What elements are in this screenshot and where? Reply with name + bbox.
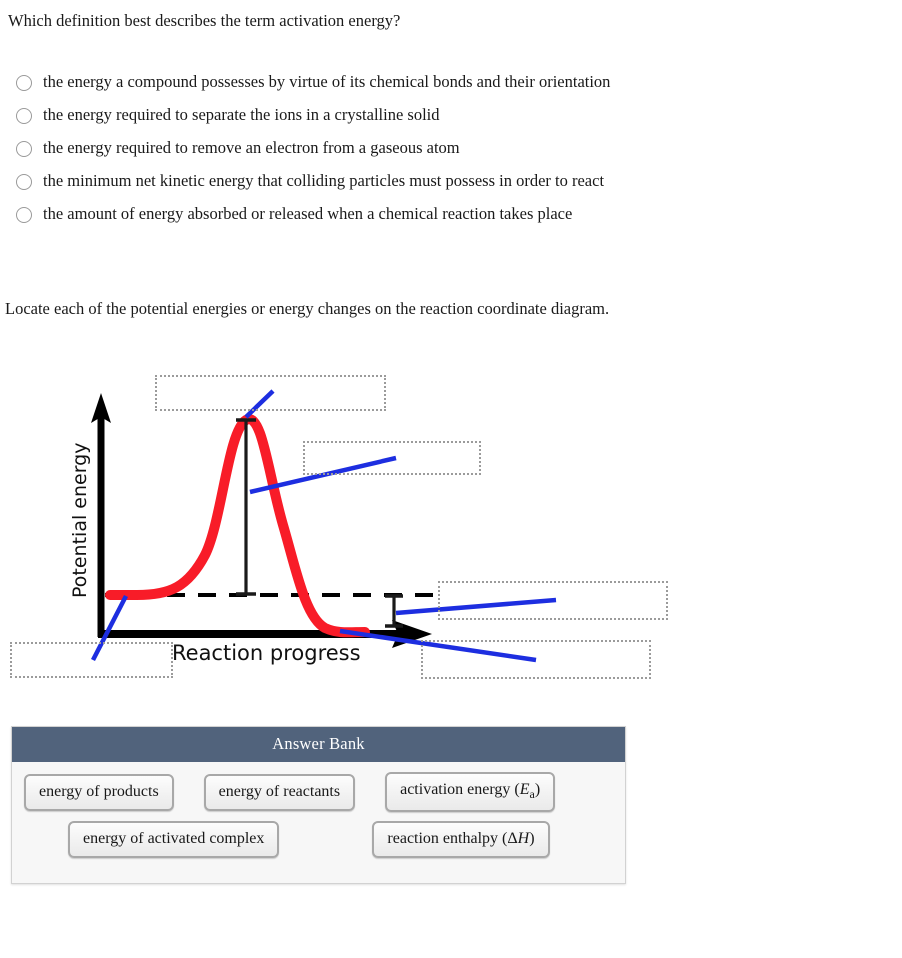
- drop-zone-activated-complex[interactable]: [155, 375, 386, 411]
- choice-label-1: the energy a compound possesses by virtu…: [43, 72, 611, 92]
- y-axis-label: Potential energy: [69, 443, 91, 598]
- answer-bank-body: energy of products energy of reactants a…: [12, 762, 625, 883]
- radio-button-3[interactable]: [16, 140, 32, 157]
- activation-energy-suffix: ): [534, 781, 541, 798]
- choice-label-3: the energy required to remove an electro…: [43, 138, 460, 158]
- activation-energy-symbol: E: [519, 781, 530, 798]
- reaction-enthalpy-text: reaction enthalpy (Δ: [387, 830, 518, 848]
- answer-choice-list: the energy a compound possesses by virtu…: [8, 66, 868, 231]
- y-axis: [91, 393, 111, 637]
- drop-zone-energy-of-products[interactable]: [421, 640, 651, 679]
- diagram-instruction: Locate each of the potential energies or…: [5, 299, 610, 318]
- answer-tile-energy-of-activated-complex[interactable]: energy of activated complex: [68, 821, 280, 859]
- reaction-enthalpy-suffix: ): [529, 830, 535, 848]
- answer-bank-title: Answer Bank: [12, 727, 625, 762]
- choice-label-4: the minimum net kinetic energy that coll…: [43, 171, 605, 191]
- choice-option-2[interactable]: the energy required to separate the ions…: [8, 99, 868, 132]
- activation-energy-measure: [236, 418, 256, 596]
- answer-tile-energy-of-reactants[interactable]: energy of reactants: [203, 773, 356, 811]
- page-title: Which definition best describes the term…: [8, 11, 401, 30]
- answer-tile-reaction-enthalpy[interactable]: reaction enthalpy (ΔH): [372, 821, 550, 859]
- answer-bank-row-2: energy of activated complex reaction ent…: [24, 821, 613, 859]
- radio-button-4[interactable]: [16, 173, 32, 190]
- choice-label-5: the amount of energy absorbed or release…: [43, 204, 573, 224]
- choice-option-4[interactable]: the minimum net kinetic energy that coll…: [8, 165, 868, 198]
- radio-button-2[interactable]: [16, 107, 32, 124]
- drop-zone-energy-of-reactants[interactable]: [10, 642, 173, 678]
- radio-button-1[interactable]: [16, 74, 32, 91]
- radio-button-5[interactable]: [16, 206, 32, 223]
- reaction-enthalpy-symbol: H: [517, 830, 530, 848]
- x-axis-label: Reaction progress: [172, 641, 361, 665]
- choice-label-2: the energy required to separate the ions…: [43, 105, 440, 125]
- drop-zone-activation-energy[interactable]: [303, 441, 481, 475]
- answer-bank: Answer Bank energy of products energy of…: [11, 726, 626, 885]
- answer-tile-energy-of-products[interactable]: energy of products: [24, 773, 174, 811]
- choice-option-5[interactable]: the amount of energy absorbed or release…: [8, 198, 868, 231]
- answer-tile-activation-energy[interactable]: activation energy (Ea): [385, 772, 556, 813]
- answer-bank-row-1: energy of products energy of reactants a…: [24, 772, 613, 813]
- activation-energy-text: activation energy (: [400, 781, 520, 798]
- choice-option-1[interactable]: the energy a compound possesses by virtu…: [8, 66, 868, 99]
- drop-zone-reaction-enthalpy[interactable]: [438, 581, 668, 620]
- choice-option-3[interactable]: the energy required to remove an electro…: [8, 132, 868, 165]
